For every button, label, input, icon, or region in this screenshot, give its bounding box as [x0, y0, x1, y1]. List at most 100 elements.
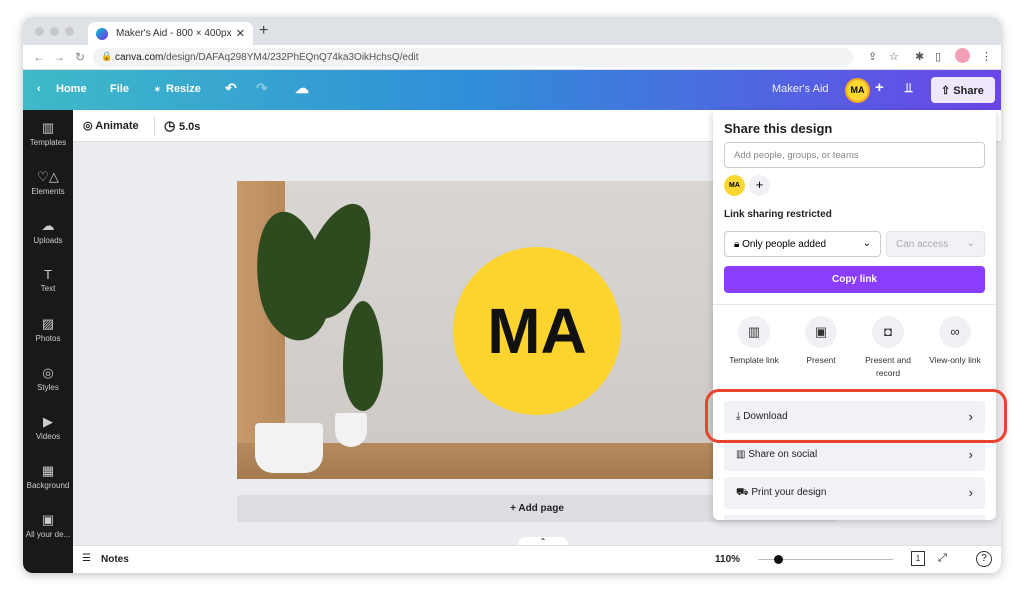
- page-count-button[interactable]: 1: [911, 551, 925, 566]
- lock-icon: 🔒︎: [734, 239, 743, 250]
- ma-logo[interactable]: MA: [453, 247, 621, 415]
- bottom-bar: ☰ Notes 110% 1 ⤢ ?: [73, 545, 1001, 573]
- member-avatar: MA: [724, 175, 745, 196]
- resize-button[interactable]: Resize: [166, 83, 201, 95]
- undo-icon[interactable]: ↶: [225, 80, 237, 97]
- extensions-icon[interactable]: ✱: [915, 50, 924, 63]
- access-scope-value: Only people added: [742, 239, 827, 250]
- insights-icon[interactable]: ⫫: [905, 80, 912, 96]
- clock-icon: ◷: [164, 118, 179, 133]
- upload-cloud-icon: ☁: [41, 218, 55, 233]
- background-icon: ▦: [41, 463, 55, 478]
- reload-icon[interactable]: ↻: [75, 50, 85, 64]
- sidebar-icon[interactable]: ▯: [935, 50, 941, 63]
- option-label: Present and record: [865, 355, 911, 378]
- present-icon: ▣: [805, 316, 837, 348]
- photos-icon: ▨: [41, 316, 55, 331]
- templates-icon: ▥: [41, 120, 55, 135]
- avatar[interactable]: MA: [845, 78, 870, 103]
- sidebar-label: Templates: [29, 138, 67, 147]
- sidebar-label: Photos: [35, 334, 61, 343]
- add-member-icon[interactable]: +: [875, 79, 884, 96]
- address-bar-row: ← → ↻ 🔒 canva.com/design/DAFAq298YM4/232P…: [23, 45, 1001, 70]
- chevron-down-icon: ⌄: [966, 238, 975, 249]
- tab-bar: Maker's Aid - 800 × 400px ✕ +: [23, 17, 1001, 45]
- zoom-slider[interactable]: [758, 555, 893, 564]
- divider: [713, 304, 996, 305]
- sidebar-item-templates[interactable]: ▥ Templates: [23, 120, 73, 147]
- view-only-link-option[interactable]: ∞ View-only link: [920, 316, 990, 367]
- sidebar-item-videos[interactable]: ▶ Videos: [23, 414, 73, 441]
- bookmark-icon[interactable]: ☆: [889, 50, 899, 63]
- url-input[interactable]: 🔒 canva.com/design/DAFAq298YM4/232PhEQnQ7…: [93, 48, 853, 67]
- url-path: /design/DAFAq298YM4/232PhEQnQ74ka3OikHch…: [163, 52, 419, 63]
- add-member-icon[interactable]: +: [749, 175, 770, 196]
- notes-button[interactable]: Notes: [101, 554, 129, 565]
- home-button[interactable]: Home: [56, 83, 87, 95]
- share-on-social-button[interactable]: ▥ Share on social ›: [724, 439, 985, 471]
- design-canvas[interactable]: MA: [237, 181, 717, 479]
- duration-label: 5.0s: [178, 121, 201, 133]
- back-icon[interactable]: ←: [33, 50, 45, 64]
- action-label: Share on social: [748, 449, 818, 460]
- chevron-right-icon: ›: [968, 485, 973, 500]
- sidebar-item-styles[interactable]: ◎ Styles: [23, 365, 73, 392]
- duration-button[interactable]: ◷ 5.0s: [164, 118, 200, 134]
- animate-label: Animate: [95, 120, 139, 132]
- sidebar-item-uploads[interactable]: ☁ Uploads: [23, 218, 73, 245]
- print-design-button[interactable]: ⛟ Print your design ›: [724, 477, 985, 509]
- sidebar-item-photos[interactable]: ▨ Photos: [23, 316, 73, 343]
- chevron-left-icon: ‹: [37, 83, 41, 95]
- redo-icon[interactable]: ↷: [256, 80, 268, 97]
- animate-button[interactable]: ◎ Animate: [83, 119, 139, 132]
- menu-icon[interactable]: ⋮: [981, 50, 992, 63]
- share-page-icon[interactable]: ⇪: [868, 50, 877, 63]
- grid-icon: ▣: [41, 512, 55, 527]
- video-icon: ▶: [43, 414, 53, 429]
- divider: [154, 116, 155, 136]
- close-tab-icon[interactable]: ✕: [236, 27, 245, 40]
- share-label: Share: [953, 85, 984, 97]
- close-dot[interactable]: [35, 27, 44, 36]
- new-tab-icon[interactable]: +: [259, 22, 268, 40]
- camera-icon: ◘: [872, 316, 904, 348]
- action-label: Print your design: [751, 487, 827, 498]
- sidebar-item-text[interactable]: T Text: [23, 267, 73, 293]
- truck-icon: ⛟: [736, 487, 749, 498]
- template-link-option[interactable]: ▥ Template link: [719, 316, 789, 367]
- present-record-option[interactable]: ◘ Present and record: [853, 316, 923, 380]
- sidebar-label: Uploads: [33, 236, 63, 245]
- forward-icon[interactable]: →: [53, 50, 65, 64]
- template-icon: ▥: [738, 316, 770, 348]
- access-level-select[interactable]: Can access ⌄: [886, 231, 985, 257]
- sidebar-item-background[interactable]: ▦ Background: [23, 463, 73, 490]
- url-domain: canva.com: [115, 52, 164, 63]
- canva-favicon-icon: [96, 28, 108, 40]
- help-icon[interactable]: ?: [976, 551, 992, 567]
- profile-avatar[interactable]: [955, 48, 970, 63]
- zoom-dot[interactable]: [65, 27, 74, 36]
- more-actions-row: [724, 515, 985, 520]
- plant-pot: [335, 413, 367, 447]
- sidebar-label: Text: [40, 284, 56, 293]
- copy-link-button[interactable]: Copy link: [724, 266, 985, 293]
- share-button[interactable]: ⇧ Share: [931, 77, 995, 103]
- text-icon: T: [44, 267, 52, 282]
- link-icon: ∞: [939, 316, 971, 348]
- upload-icon: ⇧: [941, 85, 954, 97]
- sidebar-item-all-designs[interactable]: ▣ All your de...: [23, 512, 73, 539]
- zoom-slider-thumb[interactable]: [774, 555, 784, 564]
- plant-image: [343, 301, 383, 411]
- canva-header: ‹ Home File ✶ Resize ↶ ↷ ☁ Maker's Aid M…: [23, 70, 1001, 110]
- fullscreen-icon[interactable]: ⤢: [938, 552, 947, 565]
- access-scope-select[interactable]: 🔒︎ Only people added ⌄: [724, 231, 881, 257]
- file-button[interactable]: File: [110, 83, 129, 95]
- sidebar-item-elements[interactable]: ♡△ Elements: [23, 169, 73, 196]
- minimize-dot[interactable]: [50, 27, 59, 36]
- team-name[interactable]: Maker's Aid: [772, 83, 829, 95]
- sparkle-icon: ✶: [154, 85, 161, 94]
- browser-tab[interactable]: Maker's Aid - 800 × 400px ✕: [88, 22, 253, 45]
- present-option[interactable]: ▣ Present: [786, 316, 856, 367]
- zoom-level[interactable]: 110%: [715, 554, 740, 565]
- add-people-input[interactable]: Add people, groups, or teams: [724, 142, 985, 168]
